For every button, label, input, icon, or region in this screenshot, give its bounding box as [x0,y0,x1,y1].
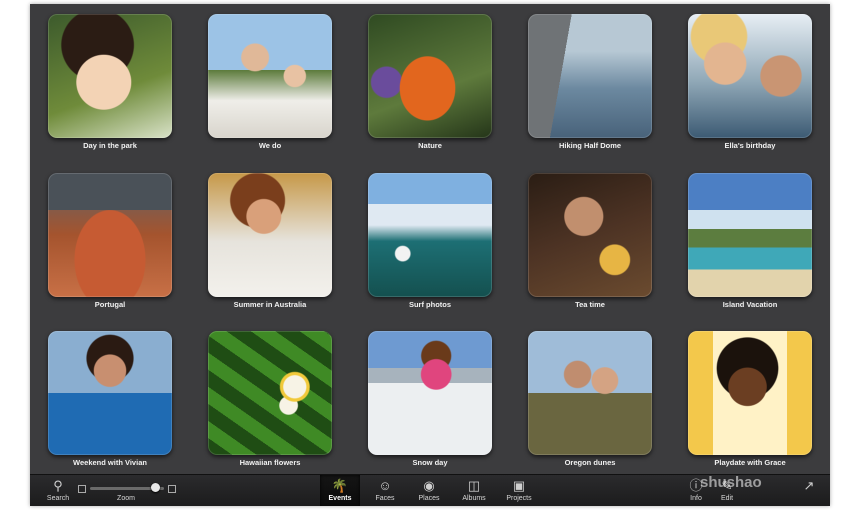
event-thumbnail[interactable] [528,173,652,297]
event-thumbnail[interactable] [48,173,172,297]
event-caption: Weekend with Vivian [73,458,147,467]
event-caption: Snow day [412,458,448,467]
zoom-label-text: Zoom [117,495,135,502]
tab-projects[interactable]: ▣ Projects [500,478,538,502]
event-caption: Playdate with Grace [714,458,786,467]
event-thumbnail[interactable] [208,331,332,455]
event-caption: Day in the park [83,141,137,150]
share-button[interactable]: ↗ [798,478,820,494]
event-thumbnail[interactable] [528,14,652,138]
tab-places[interactable]: ◉ Places [412,478,446,502]
project-icon: ▣ [512,478,526,493]
event-thumbnail[interactable] [48,14,172,138]
event-thumbnail[interactable] [368,14,492,138]
event-thumbnail[interactable] [688,331,812,455]
event-tile[interactable]: Summer in Australia [208,173,332,309]
event-caption: Hawaiian flowers [239,458,301,467]
event-caption: Oregon dunes [564,458,616,467]
event-caption: Island Vacation [722,300,778,309]
iphoto-window: Day in the park We do Nature Hiking Half… [30,4,830,506]
tab-places-label: Places [418,495,440,502]
info-label: Info [690,495,702,502]
event-tile[interactable]: Ella's birthday [688,14,812,150]
event-caption: Surf photos [408,300,452,309]
large-thumbnail-icon [168,485,176,493]
zoom-knob[interactable] [150,483,160,492]
event-tile[interactable]: Nature [368,14,492,150]
event-tile[interactable]: Day in the park [48,14,172,150]
event-thumbnail[interactable] [48,331,172,455]
small-thumbnail-icon [78,485,86,493]
share-icon: ↗ [803,478,815,493]
event-thumbnail[interactable] [688,14,812,138]
tab-projects-label: Projects [506,495,532,502]
watermark: shushao [700,474,762,491]
event-caption: Portugal [94,300,126,309]
event-tile[interactable]: Tea time [528,173,652,309]
event-tile[interactable]: Playdate with Grace [688,331,812,467]
event-tile[interactable]: Oregon dunes [528,331,652,467]
event-tile[interactable]: Island Vacation [688,173,812,309]
event-caption: We do [258,141,282,150]
search-button[interactable]: ⚲ Search [44,478,72,502]
event-tile[interactable]: We do [208,14,332,150]
tab-albums-label: Albums [462,495,486,502]
event-thumbnail[interactable] [368,173,492,297]
search-label: Search [46,495,70,502]
event-thumbnail[interactable] [368,331,492,455]
tab-events[interactable]: 🌴 Events [320,475,360,506]
globe-icon: ◉ [423,478,435,493]
palm-tree-icon: 🌴 [331,478,349,493]
event-tile[interactable]: Hiking Half Dome [528,14,652,150]
magnifier-icon: ⚲ [53,478,63,493]
event-tile[interactable]: Weekend with Vivian [48,331,172,467]
event-caption: Nature [418,141,442,150]
event-thumbnail[interactable] [208,14,332,138]
event-caption: Summer in Australia [233,300,307,309]
zoom-label: Zoom [110,494,142,502]
event-tile[interactable]: Surf photos [368,173,492,309]
events-grid: Day in the park We do Nature Hiking Half… [30,4,830,474]
face-icon: ☺ [378,478,392,493]
album-icon: ◫ [467,478,481,493]
tab-albums[interactable]: ◫ Albums [456,478,492,502]
tab-faces-label: Faces [375,495,395,502]
tab-events-label: Events [328,495,352,502]
event-thumbnail[interactable] [528,331,652,455]
edit-label: Edit [720,495,734,502]
event-thumbnail[interactable] [208,173,332,297]
event-caption: Hiking Half Dome [558,141,622,150]
tab-faces[interactable]: ☺ Faces [368,478,402,502]
event-tile[interactable]: Snow day [368,331,492,467]
event-caption: Tea time [575,300,605,309]
event-tile[interactable]: Hawaiian flowers [208,331,332,467]
event-caption: Ella's birthday [724,141,776,150]
event-tile[interactable]: Portugal [48,173,172,309]
event-thumbnail[interactable] [688,173,812,297]
